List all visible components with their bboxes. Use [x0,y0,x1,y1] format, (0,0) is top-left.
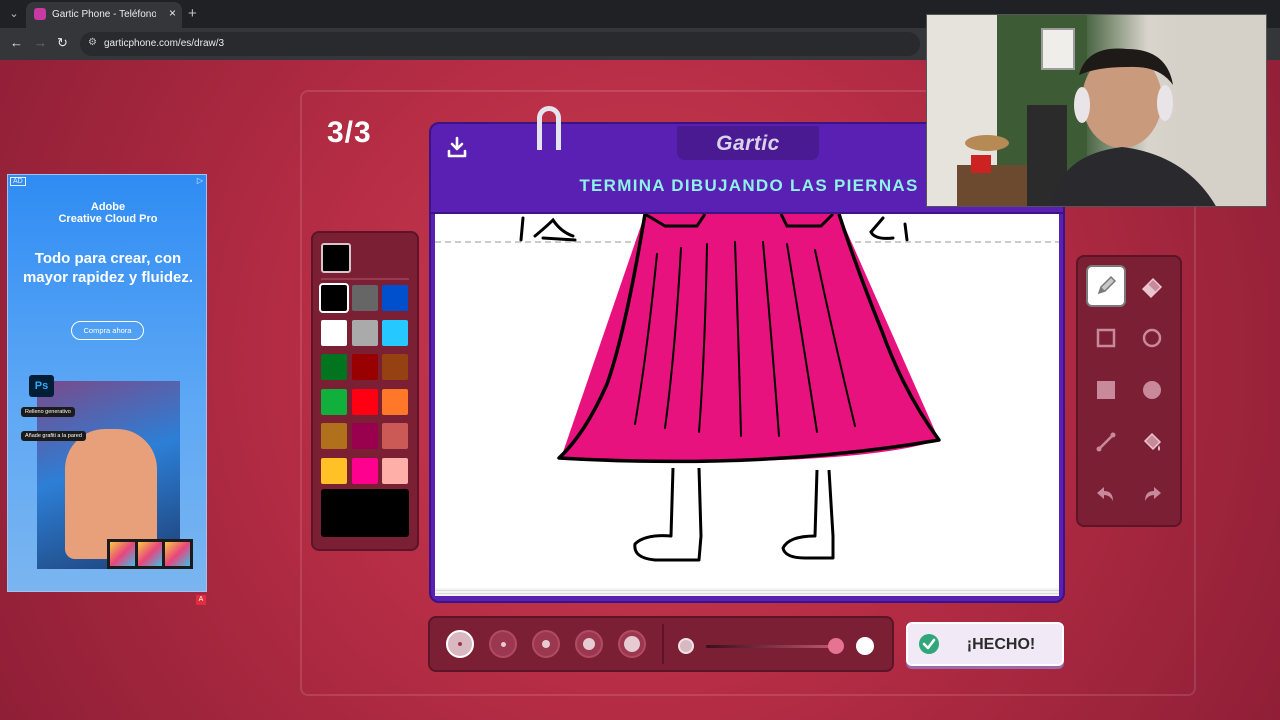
opacity-slider[interactable] [706,645,836,648]
palette-divider [321,278,409,280]
url-text: garticphone.com/es/draw/3 [104,38,225,49]
rectangle-outline-icon[interactable] [1086,317,1126,359]
ad-brand: Adobe Creative Cloud Pro [8,201,208,225]
color-swatch[interactable] [351,285,378,311]
webcam-image [927,15,1266,206]
color-swatch[interactable] [382,285,408,311]
brush-size-2[interactable] [489,630,517,658]
color-swatch[interactable] [382,354,408,380]
color-swatch[interactable] [321,388,347,415]
drawing-strokes [435,212,1059,562]
done-button-label: ¡HECHO! [966,636,1036,653]
ad-chip-graffiti: Añade grafiti a la pared [21,431,86,441]
current-color-swatch [321,243,351,273]
color-swatch[interactable] [382,457,408,484]
favicon-icon [34,8,46,20]
logo-plate: Gartic [677,126,819,160]
ad-info-icon[interactable]: ▷ [197,176,203,185]
rectangle-fill-icon[interactable] [1086,369,1126,411]
gartic-logo: Gartic [716,132,780,155]
new-tab-icon[interactable]: + [188,5,197,22]
color-swatch[interactable] [319,283,349,313]
line-icon[interactable] [1086,421,1126,463]
ad-brand-line2: Creative Cloud Pro [58,213,158,225]
color-swatch[interactable] [351,354,378,380]
notebook-ring [537,106,561,150]
ad-thumbnails [107,539,193,569]
notebook-pages [435,588,1059,596]
ad-cta-button[interactable]: Compra ahora [71,321,144,340]
color-swatch[interactable] [321,319,347,346]
custom-color-preview[interactable] [321,489,409,537]
ad-chip-generative: Relleno generativo [21,407,75,417]
brush-size-1[interactable] [446,630,474,658]
color-swatch[interactable] [351,388,378,415]
brush-size-5[interactable] [618,630,646,658]
tab-title: Gartic Phone - Teléfono Descon [52,9,156,20]
bucket-fill-icon[interactable] [1132,421,1172,463]
drawing-board [429,212,1065,603]
eraser-icon[interactable] [1132,265,1172,307]
brush-controls [428,616,894,672]
color-swatch[interactable] [321,423,347,449]
color-swatch[interactable] [351,423,378,449]
color-swatch[interactable] [351,319,378,346]
round-counter: 3/3 [327,116,372,149]
check-icon [919,634,939,654]
back-icon[interactable]: ← [10,35,23,50]
browser-tab[interactable]: Gartic Phone - Teléfono Descon × [26,2,182,28]
photoshop-icon: Ps [29,375,54,397]
circle-outline-icon[interactable] [1132,317,1172,359]
opacity-max-icon [856,637,874,655]
close-tab-icon[interactable]: × [169,6,176,20]
opacity-slider-knob[interactable] [828,638,844,654]
webcam-overlay [926,14,1267,207]
ad-image: Relleno generativo Añade grafiti a la pa… [21,381,193,569]
controls-divider [662,624,664,664]
pencil-icon[interactable] [1086,265,1126,307]
site-info-icon[interactable]: ⚙ [88,37,97,48]
color-swatch[interactable] [321,457,347,484]
ad-brand-line1: Adobe [90,201,126,213]
opacity-min-icon [678,638,694,654]
color-swatch[interactable] [382,388,408,415]
brush-size-4[interactable] [575,630,603,658]
ad-badge: AD [10,177,26,186]
color-swatch[interactable] [351,457,378,484]
forward-icon[interactable]: → [34,35,47,50]
reload-icon[interactable]: ↻ [57,35,68,51]
color-swatch[interactable] [321,354,347,380]
ad-banner[interactable]: AD ▷ Adobe Creative Cloud Pro Todo para … [7,174,207,592]
color-swatch[interactable] [382,319,408,346]
undo-icon[interactable] [1086,473,1126,515]
ad-choices-icon[interactable]: A [196,595,206,605]
color-palette [311,231,419,551]
tool-panel [1076,255,1182,527]
tab-search-icon[interactable]: ⌄ [6,6,22,22]
brush-size-3[interactable] [532,630,560,658]
done-button[interactable]: ¡HECHO! [906,622,1064,666]
ad-headline: Todo para crear, con mayor rapidez y flu… [22,250,194,286]
color-swatch[interactable] [382,423,408,449]
download-icon[interactable] [447,136,467,158]
url-field[interactable]: ⚙ garticphone.com/es/draw/3 [80,32,920,56]
drawing-canvas[interactable] [435,212,1059,588]
circle-fill-icon[interactable] [1132,369,1172,411]
redo-icon[interactable] [1132,473,1172,515]
